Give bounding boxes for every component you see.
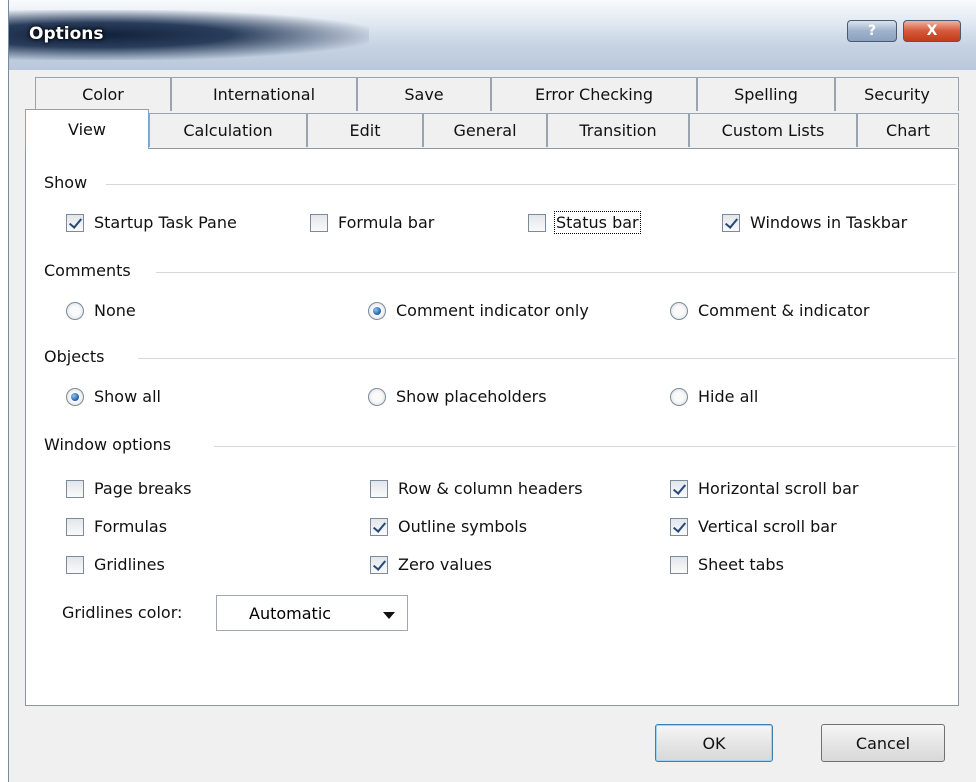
page-breaks-checkbox[interactable]: Page breaks xyxy=(66,479,191,498)
tab-general[interactable]: General xyxy=(423,113,547,147)
dropdown-arrow-icon xyxy=(383,612,395,619)
outline-symbols-checkbox[interactable]: Outline symbols xyxy=(370,517,527,536)
help-icon: ? xyxy=(867,23,877,39)
tab-custom-lists[interactable]: Custom Lists xyxy=(689,113,857,147)
checkbox-label: Formula bar xyxy=(338,213,435,232)
window-options-group: Window options xyxy=(26,435,956,455)
comments-group: Comments xyxy=(26,261,956,281)
show-placeholders-radio[interactable]: Show placeholders xyxy=(368,387,547,406)
show-divider xyxy=(106,184,956,185)
checkbox-checked-icon xyxy=(370,517,388,536)
hide-all-radio[interactable]: Hide all xyxy=(670,387,758,406)
comments-none-radio[interactable]: None xyxy=(66,301,136,320)
tab-security[interactable]: Security xyxy=(835,77,959,111)
tab-calculation[interactable]: Calculation xyxy=(149,113,307,147)
checkbox-unchecked-icon xyxy=(528,213,546,232)
tab-chart[interactable]: Chart xyxy=(857,113,959,147)
gridlines-color-label: Gridlines color: xyxy=(62,603,183,622)
tab-row-back: Color International Save Error Checking … xyxy=(25,77,959,111)
show-label: Show xyxy=(44,173,98,192)
show-all-radio[interactable]: Show all xyxy=(66,387,161,406)
objects-label: Objects xyxy=(44,347,115,366)
checkbox-label: Sheet tabs xyxy=(698,555,784,574)
window-options-label: Window options xyxy=(44,435,182,454)
checkbox-label: Formulas xyxy=(94,517,168,536)
checkbox-label: Vertical scroll bar xyxy=(698,517,837,536)
checkbox-label: Zero values xyxy=(398,555,492,574)
row-column-headers-checkbox[interactable]: Row & column headers xyxy=(370,479,583,498)
gridlines-color-dropdown[interactable]: Automatic xyxy=(216,595,408,631)
window-options-divider xyxy=(214,446,956,447)
gridlines-color-value: Automatic xyxy=(249,604,332,623)
tab-color[interactable]: Color xyxy=(35,77,171,111)
formula-bar-checkbox[interactable]: Formula bar xyxy=(310,213,434,232)
tab-edit[interactable]: Edit xyxy=(307,113,423,147)
checkbox-label: Gridlines xyxy=(94,555,165,574)
checkbox-checked-icon xyxy=(722,213,740,232)
checkbox-unchecked-icon xyxy=(66,517,84,536)
tab-error-checking[interactable]: Error Checking xyxy=(491,77,697,111)
checkbox-checked-icon xyxy=(66,213,84,232)
help-button[interactable]: ? xyxy=(847,20,897,42)
show-group: Show xyxy=(26,173,956,193)
formulas-checkbox[interactable]: Formulas xyxy=(66,517,167,536)
checkbox-label: Page breaks xyxy=(94,479,192,498)
checkbox-unchecked-icon xyxy=(670,555,688,574)
tab-spelling[interactable]: Spelling xyxy=(697,77,835,111)
checkbox-label: Status bar xyxy=(554,211,641,234)
tab-international[interactable]: International xyxy=(171,77,357,111)
checkbox-label: Row & column headers xyxy=(398,479,583,498)
ok-button[interactable]: OK xyxy=(655,724,773,762)
horizontal-scroll-bar-checkbox[interactable]: Horizontal scroll bar xyxy=(670,479,858,498)
vertical-scroll-bar-checkbox[interactable]: Vertical scroll bar xyxy=(670,517,837,536)
comment-indicator-only-radio[interactable]: Comment indicator only xyxy=(368,301,589,320)
radio-unselected-icon xyxy=(66,301,84,320)
radio-label: Show all xyxy=(94,387,161,406)
radio-label: Comment & indicator xyxy=(698,301,870,320)
radio-label: None xyxy=(94,301,136,320)
checkbox-label: Startup Task Pane xyxy=(94,213,237,232)
checkbox-label: Windows in Taskbar xyxy=(750,213,908,232)
gridlines-checkbox[interactable]: Gridlines xyxy=(66,555,165,574)
startup-task-pane-checkbox[interactable]: Startup Task Pane xyxy=(66,213,237,232)
checkbox-unchecked-icon xyxy=(310,213,328,232)
status-bar-checkbox[interactable]: Status bar xyxy=(528,211,641,234)
tab-view[interactable]: View xyxy=(25,109,149,149)
radio-label: Show placeholders xyxy=(396,387,547,406)
title-bar[interactable]: Options ? X xyxy=(9,0,976,70)
radio-unselected-icon xyxy=(670,301,688,320)
checkbox-label: Outline symbols xyxy=(398,517,528,536)
checkbox-unchecked-icon xyxy=(66,555,84,574)
radio-unselected-icon xyxy=(368,387,386,406)
comment-and-indicator-radio[interactable]: Comment & indicator xyxy=(670,301,869,320)
checkbox-checked-icon xyxy=(370,555,388,574)
comments-label: Comments xyxy=(44,261,141,280)
objects-group: Objects xyxy=(26,347,956,367)
comments-divider xyxy=(156,272,956,273)
checkbox-label: Horizontal scroll bar xyxy=(698,479,859,498)
close-icon: X xyxy=(926,23,938,39)
tab-transition[interactable]: Transition xyxy=(547,113,689,147)
radio-unselected-icon xyxy=(670,387,688,406)
tab-row-front: View Calculation Edit General Transition… xyxy=(25,109,959,149)
checkbox-checked-icon xyxy=(670,479,688,498)
cancel-button[interactable]: Cancel xyxy=(821,724,945,762)
zero-values-checkbox[interactable]: Zero values xyxy=(370,555,492,574)
checkbox-unchecked-icon xyxy=(66,479,84,498)
radio-selected-icon xyxy=(66,387,84,406)
radio-label: Hide all xyxy=(698,387,759,406)
options-dialog: Options ? X Color International Save Err… xyxy=(8,0,976,782)
radio-selected-icon xyxy=(368,301,386,320)
tab-save[interactable]: Save xyxy=(357,77,491,111)
view-tab-panel: Show Startup Task Pane Formula bar Statu… xyxy=(25,148,959,706)
objects-divider xyxy=(138,358,956,359)
radio-label: Comment indicator only xyxy=(396,301,589,320)
close-button[interactable]: X xyxy=(903,20,961,42)
window-title: Options xyxy=(29,24,104,44)
windows-in-taskbar-checkbox[interactable]: Windows in Taskbar xyxy=(722,213,907,232)
checkbox-unchecked-icon xyxy=(370,479,388,498)
sheet-tabs-checkbox[interactable]: Sheet tabs xyxy=(670,555,784,574)
checkbox-checked-icon xyxy=(670,517,688,536)
